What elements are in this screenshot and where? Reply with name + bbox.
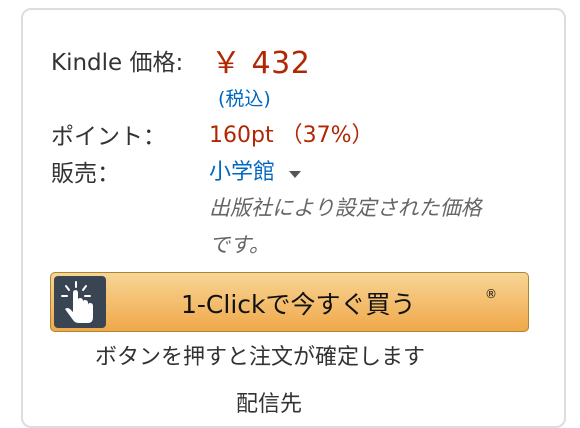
tap-hand-icon xyxy=(54,276,106,328)
seller-label: 販売： xyxy=(51,161,120,187)
price-value: ￥ 432 xyxy=(211,46,311,81)
points-label: ポイント： xyxy=(51,124,166,150)
price-label: Kindle 価格: xyxy=(51,50,184,76)
caret-down-icon[interactable] xyxy=(289,171,302,178)
seller-note-line1: 出版社により設定された価格 xyxy=(209,196,482,220)
registered-mark: ® xyxy=(485,287,497,301)
seller-note-line2: です。 xyxy=(209,233,270,257)
seller-selector[interactable]: 小学館 xyxy=(209,154,302,186)
order-confirm-text: ボタンを押すと注文が確定します xyxy=(95,345,426,370)
seller-name-link[interactable]: 小学館 xyxy=(209,160,275,185)
buy-box-frame: Kindle 価格: ￥ 432 (税込) ポイント： 160pt （37%） … xyxy=(0,0,580,428)
one-click-buy-button[interactable]: 1-Clickで今すぐ買う ® xyxy=(50,272,529,332)
delivery-target-label: 配信先 xyxy=(236,392,303,417)
one-click-button-label: 1-Clickで今すぐ買う xyxy=(181,290,416,319)
tax-note: (税込) xyxy=(218,88,271,110)
points-value: 160pt （37%） xyxy=(209,123,374,148)
